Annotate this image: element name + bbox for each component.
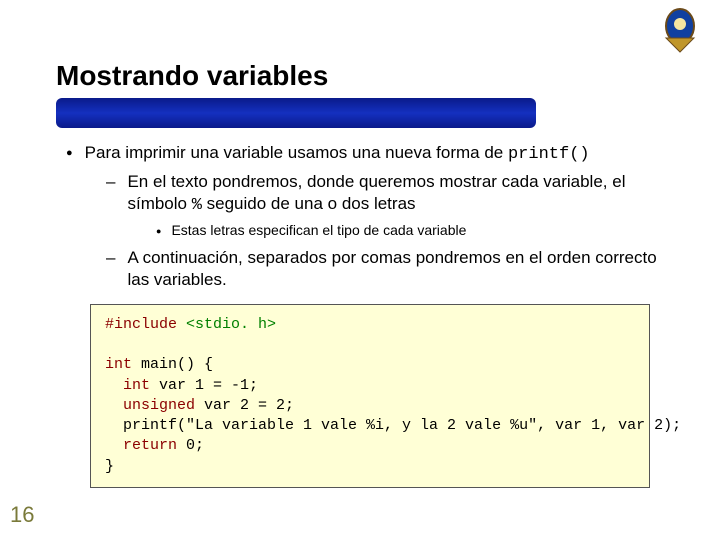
- code-l1-kw: #include: [105, 316, 186, 333]
- bullet-sub1-code: %: [192, 196, 202, 215]
- code-l1-inc: <stdio. h>: [186, 316, 276, 333]
- code-l7-rest: 0;: [177, 437, 204, 454]
- bullet-main-code: printf(): [508, 145, 590, 164]
- code-l3-rest: main() {: [132, 356, 213, 373]
- title-accent-bar: [56, 98, 536, 128]
- code-l5-rest: var 2 = 2;: [195, 397, 294, 414]
- bullet-sub1: En el texto pondremos, donde queremos mo…: [127, 171, 680, 216]
- bullet-dot-small-icon: ●: [156, 226, 161, 237]
- bullet-subsub1: Estas letras especifican el tipo de cada…: [171, 222, 680, 240]
- page-number: 16: [10, 502, 34, 528]
- code-l4-kw: int: [105, 377, 150, 394]
- code-l6: printf("La variable 1 vale %i, y la 2 va…: [105, 417, 681, 434]
- bullet-dot-icon: ●: [66, 147, 73, 161]
- code-l7-kw: return: [105, 437, 177, 454]
- bullet-list: ● Para imprimir una variable usamos una …: [56, 142, 680, 290]
- bullet-dash-icon: –: [106, 171, 115, 192]
- bullet-dash-icon: –: [106, 247, 115, 268]
- code-l3-kw: int: [105, 356, 132, 373]
- bullet-sub1-post: seguido de una o dos letras: [202, 194, 416, 213]
- bullet-main-text: Para imprimir una variable usamos una nu…: [85, 143, 508, 162]
- code-l8: }: [105, 458, 114, 475]
- bullet-sub2: A continuación, separados por comas pond…: [127, 247, 680, 290]
- code-l4-rest: var 1 = -1;: [150, 377, 258, 394]
- slide-title: Mostrando variables: [56, 60, 680, 92]
- bullet-main: Para imprimir una variable usamos una nu…: [85, 142, 680, 165]
- university-crest-logo: [658, 6, 702, 54]
- code-example-box: #include <stdio. h> int main() { int var…: [90, 304, 650, 488]
- code-l5-kw: unsigned: [105, 397, 195, 414]
